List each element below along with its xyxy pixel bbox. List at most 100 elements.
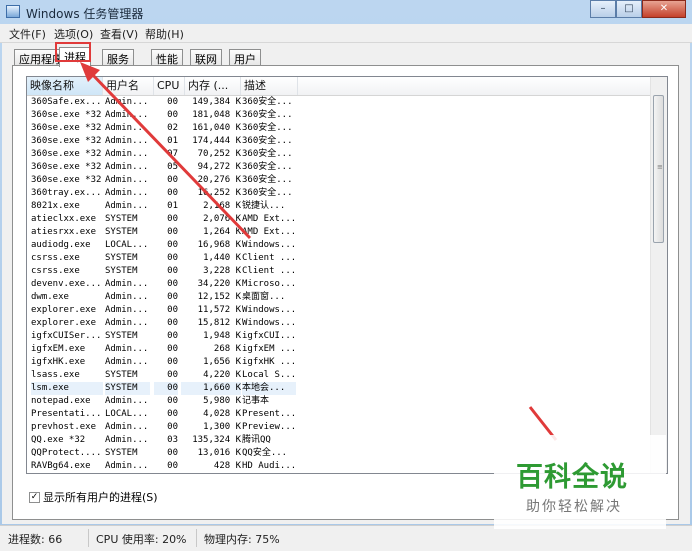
process-user-name: Admin...: [105, 461, 149, 471]
process-row[interactable]: 360se.exe *32 Admin... 05 94,272 K 360安全...: [27, 161, 653, 174]
process-row[interactable]: 360se.exe *32 Admin... 00 181,048 K 360安全...: [27, 109, 653, 122]
process-cpu: 01: [167, 201, 178, 211]
process-memory: 4,028 K: [203, 409, 241, 419]
process-cpu: 00: [167, 188, 178, 198]
process-row[interactable]: 360Safe.ex... Admin... 00 149,384 K 360安全...: [27, 96, 653, 109]
process-image-name: 360se.exe *32: [31, 110, 102, 120]
process-row[interactable]: lsass.exe SYSTEM 00 4,220 K Local S...: [27, 369, 653, 382]
tab-users[interactable]: 用户: [229, 49, 261, 66]
process-cpu: 00: [167, 461, 178, 471]
process-row[interactable]: dwm.exe Admin... 00 12,152 K 桌面窗...: [27, 291, 653, 304]
process-row[interactable]: explorer.exe Admin... 00 11,572 K Windows...: [27, 304, 653, 317]
process-description: 记事本: [242, 396, 270, 406]
scrollbar-thumb[interactable]: ≡: [653, 95, 664, 243]
tab-services[interactable]: 服务: [102, 49, 134, 66]
status-divider: [88, 529, 89, 547]
process-cpu: 00: [167, 97, 178, 107]
vertical-scrollbar[interactable]: ≡: [650, 77, 667, 473]
process-description: 360安全...: [242, 110, 293, 120]
process-cpu: 00: [154, 382, 178, 395]
column-image-name[interactable]: 映像名称: [27, 77, 103, 95]
show-all-users-label[interactable]: 显示所有用户的进程(S): [43, 489, 158, 505]
process-description: Windows...: [242, 305, 296, 315]
process-memory: 161,040 K: [192, 123, 241, 133]
menu-help[interactable]: 帮助(H): [145, 26, 184, 42]
process-description: Local S...: [242, 370, 296, 380]
title-bar[interactable]: Windows 任务管理器 – □ ✕: [0, 0, 692, 24]
close-button[interactable]: ✕: [642, 0, 686, 18]
process-row[interactable]: notepad.exe Admin... 00 5,980 K 记事本: [27, 395, 653, 408]
process-image-name: QQ.exe *32: [31, 435, 86, 445]
process-memory: 94,272 K: [197, 162, 241, 172]
process-user-name: SYSTEM: [105, 214, 138, 224]
process-description: Client ...: [242, 266, 296, 276]
process-row[interactable]: lsm.exe SYSTEM 00 1,660 K 本地会...: [27, 382, 653, 395]
process-cpu: 00: [167, 266, 178, 276]
process-description: 锐捷认...: [242, 201, 286, 211]
process-memory: 5,980 K: [203, 396, 241, 406]
process-row[interactable]: devenv.exe... Admin... 00 34,220 K Microso..…: [27, 278, 653, 291]
process-row[interactable]: atiesrxx.exe SYSTEM 00 1,264 K AMD Ext...: [27, 226, 653, 239]
menu-options[interactable]: 选项(O): [54, 26, 93, 42]
process-row[interactable]: 360se.exe *32 Admin... 02 161,040 K 360安全...: [27, 122, 653, 135]
menu-file[interactable]: 文件(F): [9, 26, 46, 42]
column-cpu[interactable]: CPU: [154, 77, 185, 95]
process-memory: 70,252 K: [197, 149, 241, 159]
process-row[interactable]: igfxHK.exe Admin... 00 1,656 KigfxHK ...: [27, 356, 653, 369]
show-all-users-checkbox[interactable]: ✓: [29, 491, 40, 503]
process-description: 360安全...: [242, 123, 293, 133]
process-memory: 1,300 K: [203, 422, 241, 432]
process-image-name: notepad.exe: [31, 396, 91, 406]
process-cpu: 02: [167, 123, 178, 133]
process-row[interactable]: 8021x.exe Admin... 01 2,168 K 锐捷认...: [27, 200, 653, 213]
process-row[interactable]: prevhost.exe Admin... 00 1,300 K Preview...: [27, 421, 653, 434]
process-description: 桌面窗...: [242, 292, 286, 302]
process-memory: 1,660 K: [181, 382, 241, 395]
column-memory[interactable]: 内存 (...: [185, 77, 241, 95]
process-list[interactable]: 映像名称 用户名 CPU 内存 (... 描述 360Safe.ex... Adm…: [26, 76, 668, 474]
process-row[interactable]: csrss.exe SYSTEM 00 1,440 K Client ...: [27, 252, 653, 265]
process-row[interactable]: audiodg.exe LOCAL... 00 16,968 K Windows...: [27, 239, 653, 252]
process-memory: 16,968 K: [197, 240, 241, 250]
process-row[interactable]: 360se.exe *32 Admin... 01 174,444 K 360安全...: [27, 135, 653, 148]
process-image-name: explorer.exe: [31, 305, 97, 315]
status-memory-usage: 物理内存: 75%: [204, 533, 280, 546]
process-memory: 1,440 K: [203, 253, 241, 263]
process-cpu: 01: [167, 136, 178, 146]
process-description: igfxHK ...: [242, 357, 296, 367]
watermark-title: 百科全说: [516, 462, 628, 493]
process-user-name: SYSTEM: [105, 227, 138, 237]
process-row[interactable]: csrss.exe SYSTEM 00 3,228 K Client ...: [27, 265, 653, 278]
tab-performance[interactable]: 性能: [151, 49, 183, 66]
process-row[interactable]: igfxEM.exe Admin... 00 268 KigfxEM ...: [27, 343, 653, 356]
process-row[interactable]: atieclxx.exe SYSTEM 00 2,076 K AMD Ext...: [27, 213, 653, 226]
process-row[interactable]: Presentati... LOCAL... 00 4,028 K Present...: [27, 408, 653, 421]
minimize-button[interactable]: –: [590, 0, 616, 18]
process-image-name: Presentati...: [31, 409, 102, 419]
show-all-users-option[interactable]: ✓ 显示所有用户的进程(S): [29, 490, 158, 504]
process-memory: 135,324 K: [192, 435, 241, 445]
menu-bar: 文件(F) 选项(O) 查看(V) 帮助(H): [0, 24, 692, 43]
column-user-name[interactable]: 用户名: [103, 77, 154, 95]
process-row[interactable]: igfxCUISer... SYSTEM 00 1,948 KigfxCUI...: [27, 330, 653, 343]
menu-view[interactable]: 查看(V): [100, 26, 138, 42]
process-cpu: 00: [167, 253, 178, 263]
process-row[interactable]: 360se.exe *32 Admin... 07 70,252 K 360安全...: [27, 148, 653, 161]
window-controls: – □ ✕: [590, 0, 686, 18]
process-row[interactable]: explorer.exe Admin... 00 15,812 K Windows...: [27, 317, 653, 330]
process-memory: 1,264 K: [203, 227, 241, 237]
process-description: HD Audi...: [242, 461, 296, 471]
process-memory: 12,152 K: [197, 292, 241, 302]
process-user-name: LOCAL...: [105, 240, 149, 250]
process-row[interactable]: 360se.exe *32 Admin... 00 20,276 K 360安全...: [27, 174, 653, 187]
process-image-name: RAVBg64.exe: [31, 461, 91, 471]
process-cpu: 00: [167, 344, 178, 354]
maximize-button[interactable]: □: [616, 0, 642, 18]
process-row[interactable]: 360tray.ex... Admin... 00 16,252 K 360安全...: [27, 187, 653, 200]
watermark-subtitle: 助你轻松解决: [526, 499, 622, 515]
column-description[interactable]: 描述: [241, 77, 298, 95]
process-cpu: 00: [167, 292, 178, 302]
scroll-grip-icon: ≡: [657, 163, 663, 171]
process-cpu: 05: [167, 162, 178, 172]
tab-networking[interactable]: 联网: [190, 49, 222, 66]
